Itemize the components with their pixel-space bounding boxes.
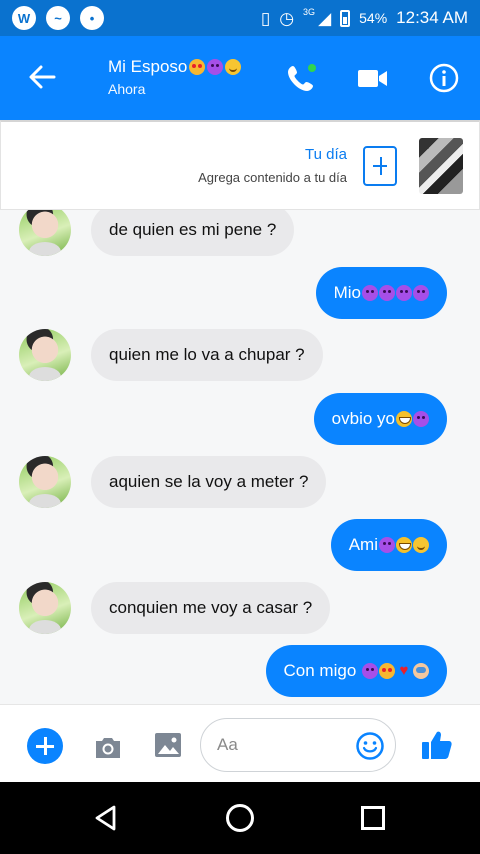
contact-name: Mi Esposo — [108, 57, 188, 76]
smiling-devil-emoji-icon — [362, 663, 378, 679]
battery-icon — [340, 9, 351, 27]
message-input-box[interactable] — [200, 718, 396, 772]
your-day-subtitle: Agrega contenido a tu día — [198, 170, 347, 185]
vibrate-icon: ▯ — [260, 8, 271, 28]
notification-icons: W ~ • — [12, 6, 104, 30]
contact-avatar[interactable] — [19, 329, 71, 381]
message-text: Ami — [348, 535, 378, 554]
phone-icon[interactable] — [285, 62, 317, 94]
smiling-devil-emoji-icon — [396, 285, 412, 301]
nav-home-icon[interactable] — [226, 804, 254, 832]
alarm-icon: ◷ — [279, 8, 295, 28]
contact-status: Ahora — [108, 81, 146, 97]
plus-icon[interactable] — [27, 728, 63, 764]
signal-icon: ◢ — [318, 8, 332, 28]
messenger-icon: ~ — [46, 6, 70, 30]
add-story-button[interactable] — [363, 146, 397, 186]
hug-face-emoji-icon — [413, 663, 429, 679]
wattpad-icon: W — [12, 6, 36, 30]
status-clock: 12:34 AM — [396, 8, 468, 27]
heart-eyes-emoji-icon — [189, 59, 206, 75]
your-day-title: Tu día — [305, 146, 347, 163]
info-icon[interactable] — [428, 62, 460, 94]
nav-back-icon[interactable] — [92, 804, 120, 832]
thumbs-up-icon[interactable] — [420, 728, 454, 762]
app-notification-icon: • — [80, 6, 104, 30]
your-day-banner[interactable]: Tu día Agrega contenido a tu día — [0, 120, 480, 210]
smiling-devil-emoji-icon — [379, 537, 395, 553]
contact-title: Mi Esposo — [108, 57, 242, 77]
message-bubble-incoming[interactable]: quien me lo va a chupar ? — [91, 329, 323, 381]
message-bubble-incoming[interactable]: conquien me voy a casar ? — [91, 582, 331, 634]
smiling-devil-emoji-icon — [362, 285, 378, 301]
message-text: ovbio yo — [331, 409, 395, 428]
story-thumbnail[interactable] — [419, 138, 463, 194]
smiling-face-emoji-icon — [413, 537, 429, 553]
message-bubble-outgoing[interactable]: Ami — [330, 519, 447, 571]
message-bubble-outgoing[interactable]: Con migo ♥ — [265, 645, 447, 697]
message-text: Con migo — [283, 661, 361, 680]
smiling-devil-emoji-icon — [413, 411, 429, 427]
red-heart-emoji-icon: ♥ — [399, 662, 409, 679]
message-composer — [0, 704, 480, 782]
nav-recents-icon[interactable] — [361, 806, 385, 830]
laughing-face-emoji-icon — [396, 537, 412, 553]
camera-icon[interactable] — [93, 732, 123, 762]
video-camera-icon[interactable] — [356, 62, 388, 94]
laughing-face-emoji-icon — [396, 411, 412, 427]
message-bubble-incoming[interactable]: de quien es mi pene ? — [91, 210, 295, 256]
smiling-devil-emoji-icon — [207, 59, 224, 75]
system-navigation-bar — [0, 782, 480, 854]
smiling-face-emoji-icon — [225, 59, 242, 75]
smiling-devil-emoji-icon — [413, 285, 429, 301]
smiling-devil-emoji-icon — [379, 285, 395, 301]
message-text: Mio — [333, 283, 361, 302]
emoji-icon[interactable] — [355, 731, 385, 761]
heart-eyes-emoji-icon — [379, 663, 395, 679]
message-bubble-incoming[interactable]: aquien se la voy a meter ? — [91, 456, 327, 508]
status-bar: W ~ • ▯ ◷ 3G ◢ 54% 12:34 AM — [0, 0, 480, 36]
battery-level: 54% — [359, 10, 388, 26]
message-input[interactable] — [217, 731, 347, 759]
arrow-left-icon[interactable] — [26, 61, 58, 93]
contact-info[interactable]: Mi Esposo Ahora — [108, 57, 242, 97]
message-bubble-outgoing[interactable]: ovbio yo — [313, 393, 447, 445]
conversation-header: Mi Esposo Ahora — [0, 36, 480, 120]
contact-avatar[interactable] — [19, 210, 71, 256]
message-bubble-outgoing[interactable]: Mio — [315, 267, 447, 319]
contact-avatar[interactable] — [19, 456, 71, 508]
message-thread[interactable]: de quien es mi pene ? Mio quien me lo va… — [0, 210, 480, 704]
contact-avatar[interactable] — [19, 582, 71, 634]
gallery-icon[interactable] — [153, 730, 183, 760]
network-type: 3G — [303, 7, 316, 17]
